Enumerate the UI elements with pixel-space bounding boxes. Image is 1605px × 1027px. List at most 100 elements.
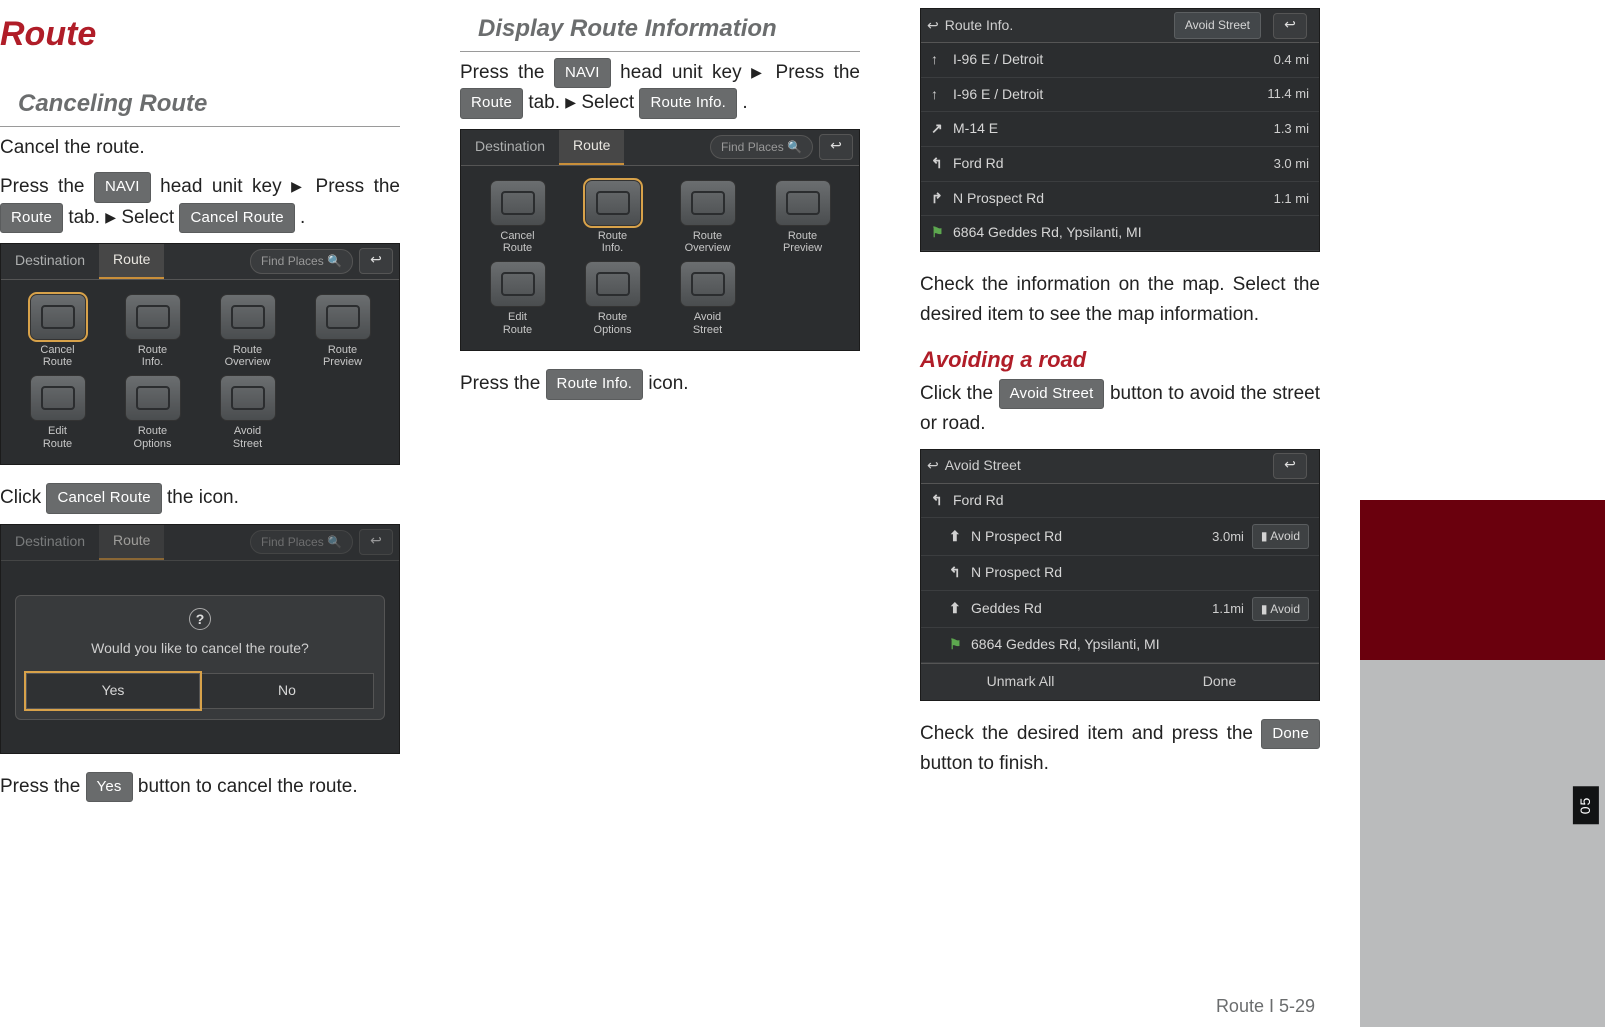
icon-label: RoutePreview bbox=[758, 230, 847, 255]
heading-canceling-route: Canceling Route bbox=[0, 83, 400, 127]
search-find-places: Find Places 🔍 bbox=[250, 530, 353, 555]
turn-arrow-icon: ↑ bbox=[931, 84, 953, 106]
icon-route-options[interactable]: RouteOptions bbox=[568, 261, 657, 336]
t: button to cancel the route. bbox=[138, 776, 358, 797]
icon-route-options[interactable]: RouteOptions bbox=[108, 375, 197, 450]
turn-arrow-icon: ⬆ bbox=[949, 526, 971, 548]
back-button[interactable]: ↩ bbox=[819, 134, 853, 160]
t: button to finish. bbox=[920, 753, 1049, 774]
chip-navi: NAVI bbox=[94, 172, 151, 202]
dialog-no-button[interactable]: No bbox=[200, 673, 374, 709]
icon-avoid-street[interactable]: AvoidStreet bbox=[203, 375, 292, 450]
route-info-rows: ↑I-96 E / Detroit0.4 mi↑I-96 E / Detroit… bbox=[921, 43, 1319, 251]
triangle-icon: ▶ bbox=[291, 178, 306, 194]
route-info-row[interactable]: ↱N Prospect Rd1.1 mi bbox=[921, 182, 1319, 217]
icon-route-overview[interactable]: RouteOverview bbox=[663, 180, 752, 255]
icon-cancel-route[interactable]: CancelRoute bbox=[13, 294, 102, 369]
chip-yes: Yes bbox=[86, 772, 133, 802]
done-button[interactable]: Done bbox=[1120, 664, 1319, 700]
back-button[interactable]: ↩ bbox=[1273, 13, 1307, 39]
icon-edit-route[interactable]: EditRoute bbox=[473, 261, 562, 336]
t: Press the bbox=[316, 176, 400, 197]
back-button: ↩ bbox=[359, 529, 393, 555]
turn-arrow-icon: ↰ bbox=[949, 562, 971, 584]
icon-label: RoutePreview bbox=[298, 344, 387, 369]
icon-avoid-street[interactable]: AvoidStreet bbox=[663, 261, 752, 336]
avoid-row[interactable]: ↰Ford Rd bbox=[921, 484, 1319, 519]
chip-cancel-route: Cancel Route bbox=[179, 203, 294, 233]
back-icon[interactable]: ↩ bbox=[927, 15, 939, 37]
t: . bbox=[300, 207, 305, 228]
icon-route-preview[interactable]: RoutePreview bbox=[758, 180, 847, 255]
heading-display-route-info: Display Route Information bbox=[460, 8, 860, 52]
chip-avoid-street: Avoid Street bbox=[999, 379, 1105, 409]
title-avoid-street: Avoid Street bbox=[945, 455, 1021, 477]
t: head unit key bbox=[620, 62, 751, 83]
route-info-row[interactable]: ↑I-96 E / Detroit11.4 mi bbox=[921, 78, 1319, 113]
icon-route-info[interactable]: RouteInfo. bbox=[108, 294, 197, 369]
tab-destination[interactable]: Destination bbox=[1, 244, 99, 278]
dialog-text: Would you like to cancel the route? bbox=[26, 638, 374, 660]
icon-cancel-route[interactable]: CancelRoute bbox=[473, 180, 562, 255]
t: tab. bbox=[528, 92, 565, 113]
distance: 3.0 mi bbox=[1274, 154, 1309, 174]
turn-arrow-icon: ↰ bbox=[931, 490, 953, 512]
turn-arrow-icon: ⚑ bbox=[949, 634, 971, 656]
icon-label: RouteInfo. bbox=[568, 230, 657, 255]
icon-label: RouteOptions bbox=[568, 311, 657, 336]
back-button[interactable]: ↩ bbox=[1273, 453, 1307, 479]
text-click-cancel: Click Cancel Route the icon. bbox=[0, 483, 400, 513]
road-name: 6864 Geddes Rd, Ypsilanti, MI bbox=[971, 634, 1309, 656]
chapter-tab: 05 bbox=[1573, 787, 1599, 825]
avoid-rows: ↰Ford Rd⬆N Prospect Rd3.0mi▮ Avoid↰N Pro… bbox=[921, 484, 1319, 663]
text-cancel-intro: Cancel the route. bbox=[0, 133, 400, 162]
distance: 0.4 mi bbox=[1274, 50, 1309, 70]
t: Select bbox=[581, 92, 639, 113]
back-icon[interactable]: ↩ bbox=[927, 455, 939, 477]
avoid-toggle[interactable]: ▮ Avoid bbox=[1252, 524, 1309, 549]
route-info-row[interactable]: ⚑6864 Geddes Rd, Ypsilanti, MI bbox=[921, 216, 1319, 251]
tab-destination[interactable]: Destination bbox=[461, 130, 559, 164]
avoid-toggle[interactable]: ▮ Avoid bbox=[1252, 597, 1309, 622]
page-spine: 05 bbox=[1360, 0, 1605, 1027]
t: Click bbox=[0, 487, 46, 508]
text-click-avoid: Click the Avoid Street button to avoid t… bbox=[920, 379, 1320, 439]
tab-route[interactable]: Route bbox=[559, 129, 624, 165]
search-find-places[interactable]: Find Places 🔍 bbox=[250, 249, 353, 274]
icon-edit-route[interactable]: EditRoute bbox=[13, 375, 102, 450]
chip-route-info: Route Info. bbox=[546, 369, 644, 399]
road-name: I-96 E / Detroit bbox=[953, 84, 1267, 106]
dialog-yes-button[interactable]: Yes bbox=[26, 673, 200, 709]
chip-route: Route bbox=[460, 88, 523, 118]
route-info-row[interactable]: ↗M-14 E1.3 mi bbox=[921, 112, 1319, 147]
t: the icon. bbox=[167, 487, 239, 508]
t: Press the bbox=[460, 373, 546, 394]
road-name: I-96 E / Detroit bbox=[953, 49, 1274, 71]
tab-route[interactable]: Route bbox=[99, 243, 164, 279]
icon-route-overview[interactable]: RouteOverview bbox=[203, 294, 292, 369]
t: Press the bbox=[460, 62, 554, 83]
text-press-yes: Press the Yes button to cancel the route… bbox=[0, 772, 400, 802]
text-check-map: Check the information on the map. Select… bbox=[920, 270, 1320, 329]
avoid-row[interactable]: ⚑6864 Geddes Rd, Ypsilanti, MI bbox=[921, 628, 1319, 663]
icon-route-info[interactable]: RouteInfo. bbox=[568, 180, 657, 255]
text-press-route-info: Press the Route Info. icon. bbox=[460, 369, 860, 399]
distance: 1.1 mi bbox=[1274, 189, 1309, 209]
t: icon. bbox=[648, 373, 688, 394]
back-button[interactable]: ↩ bbox=[359, 248, 393, 274]
t: Click the bbox=[920, 383, 999, 404]
avoid-row[interactable]: ⬆N Prospect Rd3.0mi▮ Avoid bbox=[921, 518, 1319, 556]
chip-avoid-street[interactable]: Avoid Street bbox=[1174, 12, 1261, 39]
route-info-row[interactable]: ↑I-96 E / Detroit0.4 mi bbox=[921, 43, 1319, 78]
icon-label: RouteOverview bbox=[203, 344, 292, 369]
icon-route-preview[interactable]: RoutePreview bbox=[298, 294, 387, 369]
road-name: N Prospect Rd bbox=[971, 526, 1212, 548]
search-find-places[interactable]: Find Places 🔍 bbox=[710, 135, 813, 160]
icon-label: AvoidStreet bbox=[663, 311, 752, 336]
chip-done: Done bbox=[1261, 719, 1320, 749]
unmark-all-button[interactable]: Unmark All bbox=[921, 664, 1120, 700]
avoid-row[interactable]: ⬆Geddes Rd1.1mi▮ Avoid bbox=[921, 591, 1319, 629]
search-label: Find Places bbox=[261, 254, 324, 268]
route-info-row[interactable]: ↰Ford Rd3.0 mi bbox=[921, 147, 1319, 182]
avoid-row[interactable]: ↰N Prospect Rd bbox=[921, 556, 1319, 591]
